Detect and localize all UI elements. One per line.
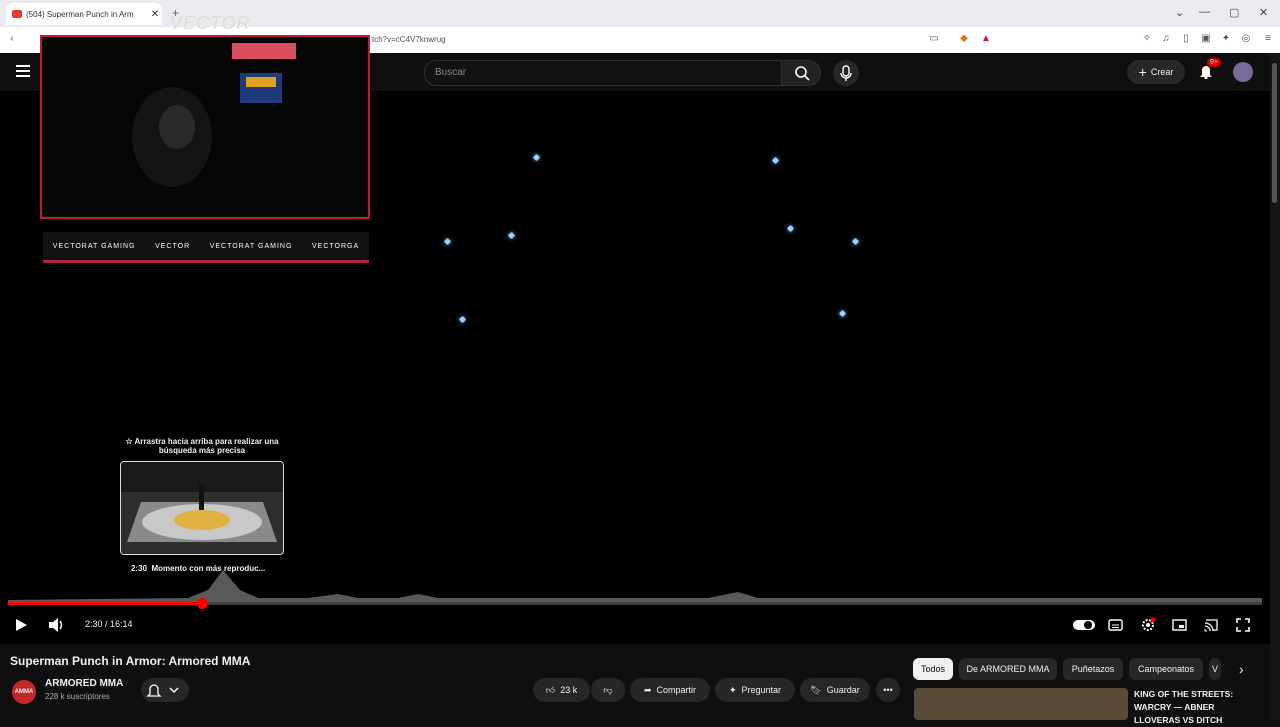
subscriber-count: 228 k suscriptores xyxy=(45,692,110,701)
url-text[interactable]: tch?v=cC4V7knwrug xyxy=(372,35,446,44)
progress-played xyxy=(8,602,203,605)
volume-icon[interactable] xyxy=(48,617,66,633)
share-label: Compartir xyxy=(656,685,697,695)
hamburger-menu-icon[interactable] xyxy=(16,65,30,77)
twitter-handle: VECTORAT GAMING xyxy=(209,242,293,250)
chips-next-icon[interactable]: › xyxy=(1239,661,1244,677)
account-avatar[interactable] xyxy=(1233,62,1253,82)
search-button[interactable] xyxy=(781,60,821,86)
save-label: Guardar xyxy=(826,685,860,695)
autoplay-toggle-icon[interactable] xyxy=(1073,619,1095,631)
sparkle-light xyxy=(458,315,467,324)
instagram-handle: VECTORGA xyxy=(312,242,360,250)
settings-gear-icon[interactable] xyxy=(1140,617,1156,633)
most-replayed-heatmap xyxy=(8,570,1262,602)
thumbs-up-icon: 👍︎ xyxy=(545,684,556,695)
share-icon: ➦ xyxy=(643,684,652,695)
streamer-webcam-overlay xyxy=(40,35,370,219)
dislike-button[interactable]: 👎︎ xyxy=(591,678,625,702)
channel-name[interactable]: ARMORED MMA xyxy=(45,678,123,689)
voice-search-button[interactable] xyxy=(833,60,859,86)
chip-more[interactable]: V xyxy=(1209,658,1221,680)
leo-icon[interactable]: ✦ xyxy=(1220,33,1232,45)
search-placeholder: Buscar xyxy=(435,67,467,78)
cast-icon[interactable] xyxy=(1203,618,1219,632)
rewards-icon[interactable]: ▲ xyxy=(980,33,992,45)
preview-image xyxy=(121,462,283,554)
sparkle-light xyxy=(532,153,541,162)
wallet-icon[interactable]: ▣ xyxy=(1200,33,1212,45)
sparkle-light xyxy=(786,224,795,233)
tab-search-icon[interactable]: ⌄ xyxy=(1175,6,1184,19)
minimize-button[interactable]: — xyxy=(1199,6,1210,18)
chip-all[interactable]: Todos xyxy=(913,658,953,680)
sparkle-light xyxy=(771,156,780,165)
notifications-badge: 9+ xyxy=(1207,58,1221,67)
seek-preview-thumbnail xyxy=(120,461,284,555)
more-actions-button[interactable]: ••• xyxy=(876,678,900,702)
sparkle-icon: ✦ xyxy=(728,684,737,695)
tab-title: (504) Superman Punch in Arm xyxy=(26,9,134,19)
chip-from-channel[interactable]: De ARMORED MMA xyxy=(959,658,1057,680)
channel-avatar[interactable]: AMMA xyxy=(12,680,36,704)
chip-punches[interactable]: Puñetazos xyxy=(1063,658,1123,680)
plus-icon: + xyxy=(1138,64,1147,80)
progress-bar[interactable] xyxy=(8,598,1262,609)
music-icon[interactable]: ♫ xyxy=(1160,33,1172,45)
vpn-icon[interactable]: ◎ xyxy=(1240,33,1252,45)
maximize-button[interactable]: ▢ xyxy=(1229,6,1239,19)
video-title: Superman Punch in Armor: Armored MMA xyxy=(10,654,251,668)
subtitles-icon[interactable] xyxy=(1108,618,1123,632)
save-button[interactable]: 🔖︎ Guardar xyxy=(800,678,870,702)
video-info-section: Superman Punch in Armor: Armored MMA AMM… xyxy=(0,644,1270,725)
back-icon[interactable]: ‹ xyxy=(6,33,18,45)
create-label: Crear xyxy=(1150,67,1174,77)
youtube-handle: VECTORAT GAMING xyxy=(52,242,136,250)
like-button[interactable]: 👍︎ 23 k xyxy=(533,678,590,702)
more-dots-icon: ••• xyxy=(883,685,893,695)
fullscreen-icon[interactable] xyxy=(1236,618,1250,632)
recommendation-thumbnail[interactable] xyxy=(914,688,1128,720)
time-display: 2:30 / 16:14 xyxy=(85,619,133,629)
search-input[interactable]: Buscar xyxy=(424,60,782,86)
bell-chevron-icon xyxy=(146,684,179,697)
progress-scrubber[interactable] xyxy=(197,598,209,609)
browser-tab[interactable]: (504) Superman Punch in Arm ✕ xyxy=(6,3,162,25)
close-window-button[interactable]: ✕ xyxy=(1259,6,1268,19)
screen-icon[interactable]: ▭ xyxy=(928,33,940,45)
microphone-icon xyxy=(840,65,852,81)
sparkle-light xyxy=(443,237,452,246)
seek-hint: ☆ Arrastra hacia arriba para realizar un… xyxy=(125,437,279,455)
create-button[interactable]: + Crear xyxy=(1127,60,1185,84)
chip-championships[interactable]: Campeonatos xyxy=(1129,658,1203,680)
like-count: 23 k xyxy=(560,685,578,695)
ask-button[interactable]: ✦ Preguntar xyxy=(715,678,795,702)
sidebar-icon[interactable]: ▯ xyxy=(1180,33,1192,45)
search-icon xyxy=(795,66,810,81)
youtube-favicon-icon xyxy=(12,10,22,18)
sparkle-light xyxy=(838,309,847,318)
ask-label: Preguntar xyxy=(741,685,782,695)
sparkle-light xyxy=(507,231,516,240)
thumbs-down-icon: 👎︎ xyxy=(603,684,613,695)
bookmark-icon: 🔖︎ xyxy=(810,684,822,695)
subscribed-bell-button[interactable] xyxy=(141,678,189,702)
recommendation-title[interactable]: KING OF THE STREETS: WARCRY — ABNER LLOV… xyxy=(1134,688,1254,727)
social-handles-bar: VECTORAT GAMING VECTOR VECTORAT GAMING V… xyxy=(43,232,369,263)
scrollbar-thumb[interactable] xyxy=(1272,63,1277,203)
tab-close-icon[interactable]: ✕ xyxy=(148,9,162,20)
sparkle-light xyxy=(851,237,860,246)
brave-shield-icon[interactable]: ◆ xyxy=(958,33,970,45)
video-player[interactable]: VECTOR VECTORAT GAMING VECTOR VECTORAT G… xyxy=(0,13,1270,644)
overlay-brand-text: VECTOR xyxy=(170,13,251,33)
webcam-image xyxy=(42,37,368,217)
browser-menu-icon[interactable]: ≡ xyxy=(1262,33,1274,45)
miniplayer-icon[interactable] xyxy=(1172,618,1187,632)
share-button[interactable]: ➦ Compartir xyxy=(630,678,710,702)
player-controls: 2:30 / 16:14 xyxy=(0,611,1270,641)
play-icon[interactable] xyxy=(14,618,28,632)
extensions-icon[interactable]: ✧ xyxy=(1141,33,1153,45)
page-scrollbar[interactable] xyxy=(1270,53,1280,720)
twitch-handle: VECTOR xyxy=(155,242,191,250)
